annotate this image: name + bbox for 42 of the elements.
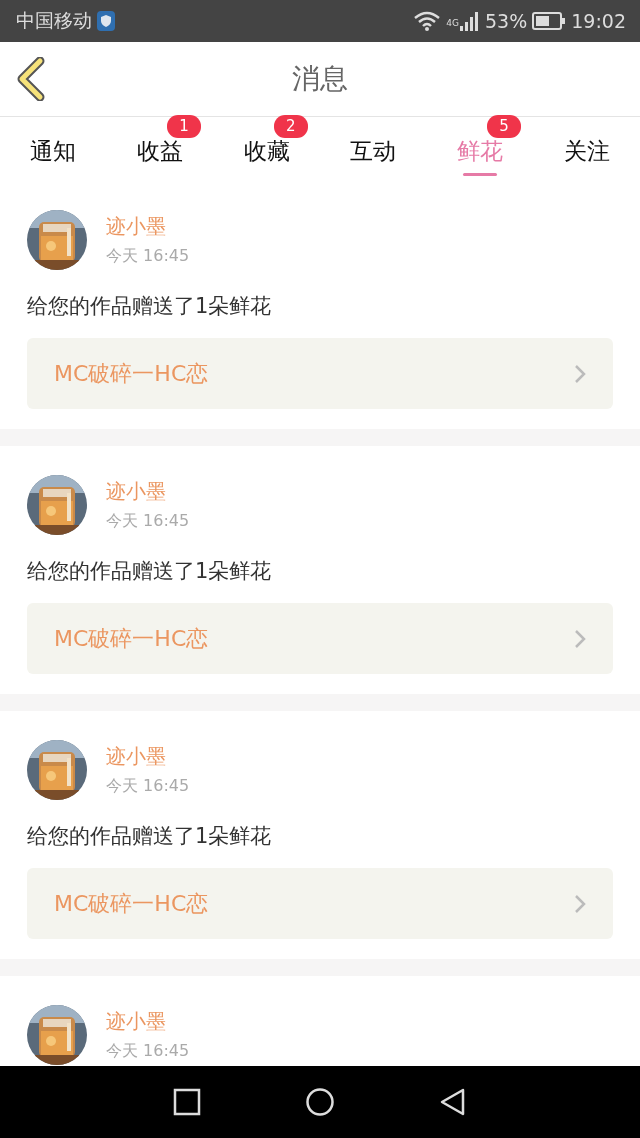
user-name[interactable]: 迹小墨 (106, 743, 190, 770)
count-badge: 5 (487, 115, 521, 138)
tab[interactable]: 关注 (533, 117, 640, 181)
timestamp: 今天 16:45 (106, 776, 190, 797)
page-title: 消息 (292, 61, 348, 97)
shield-icon (97, 11, 115, 31)
tab[interactable]: 收益 1 (106, 117, 214, 181)
work-link[interactable]: MC破碎一HC恋 (27, 338, 613, 409)
chevron-right-icon (574, 628, 586, 649)
tab-indicator (463, 173, 497, 176)
work-link[interactable]: MC破碎一HC恋 (27, 868, 613, 939)
circle-button[interactable] (306, 1088, 334, 1116)
carrier-name: 中国移动 (16, 8, 92, 33)
timestamp: 今天 16:45 (106, 246, 190, 267)
circle-icon (306, 1088, 334, 1116)
message-text: 给您的作品赠送了1朵鲜花 (27, 293, 273, 320)
signal-icon (460, 11, 480, 31)
battery-percent: 53% (485, 10, 528, 32)
count-badge: 2 (273, 115, 308, 138)
chevron-right-icon (574, 363, 586, 384)
user-name[interactable]: 迹小墨 (106, 213, 190, 240)
user-name[interactable]: 迹小墨 (106, 1008, 190, 1035)
clock: 19:02 (571, 10, 626, 32)
count-badge: 1 (167, 115, 201, 138)
tab[interactable]: 通知 (0, 117, 107, 181)
message-text: 给您的作品赠送了1朵鲜花 (27, 823, 273, 850)
tab[interactable]: 互动 (320, 117, 427, 181)
user-name[interactable]: 迹小墨 (106, 478, 190, 505)
timestamp: 今天 16:45 (106, 1041, 190, 1062)
tab[interactable]: 收藏 2 (213, 117, 320, 181)
tab[interactable]: 鲜花 5 (426, 117, 534, 181)
work-link[interactable]: MC破碎一HC恋 (27, 603, 613, 674)
message-text: 给您的作品赠送了1朵鲜花 (27, 558, 273, 585)
back-button[interactable] (16, 57, 46, 101)
wifi-icon (413, 11, 442, 31)
battery-icon (532, 12, 567, 30)
chevron-right-icon (574, 893, 586, 914)
timestamp: 今天 16:45 (106, 511, 190, 532)
square-icon (172, 1088, 201, 1116)
square-button[interactable] (172, 1088, 201, 1116)
back-icon (16, 57, 46, 101)
network-type: 4G (446, 18, 459, 28)
